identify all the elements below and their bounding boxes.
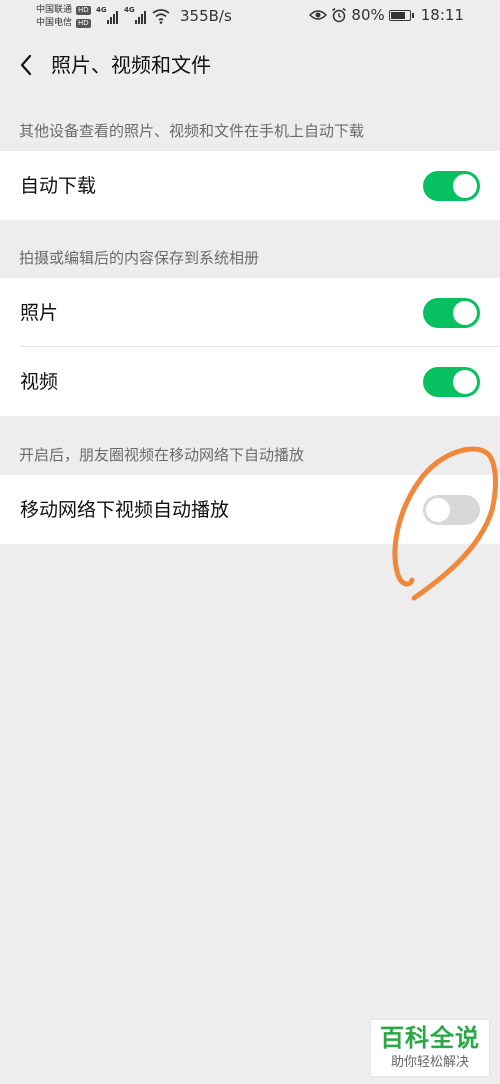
signal-icon: 4G bbox=[96, 6, 118, 24]
hd-badge: HD bbox=[76, 19, 91, 28]
setting-row-photos: 照片 bbox=[0, 278, 500, 347]
signal-indicators: 4G 4G bbox=[96, 6, 170, 24]
watermark-title: 百科全说 bbox=[380, 1024, 480, 1052]
status-bar: 中国联通 HD 中国电信 HD 4G 4G 355B/s 80% 18:11 bbox=[0, 0, 500, 34]
setting-label: 照片 bbox=[20, 302, 59, 324]
battery-icon bbox=[388, 9, 414, 21]
toggle-knob bbox=[426, 498, 450, 522]
section-caption-moments-autoplay: 开启后，朋友圈视频在移动网络下自动播放 bbox=[19, 446, 305, 464]
alarm-icon bbox=[332, 7, 347, 23]
setting-label: 自动下载 bbox=[20, 175, 97, 197]
wifi-icon bbox=[152, 9, 170, 24]
section-caption-auto-download: 其他设备查看的照片、视频和文件在手机上自动下载 bbox=[19, 122, 365, 140]
signal-icon: 4G bbox=[124, 6, 146, 24]
carrier-2-label: 中国电信 bbox=[36, 18, 73, 28]
carrier-1-label: 中国联通 bbox=[36, 5, 73, 15]
mobile-autoplay-toggle[interactable] bbox=[423, 495, 480, 525]
navigation-bar: 照片、视频和文件 bbox=[0, 34, 500, 96]
setting-row-videos: 视频 bbox=[0, 347, 500, 416]
signal-tag: 4G bbox=[96, 6, 107, 14]
eye-icon bbox=[309, 10, 328, 20]
setting-row-auto-download: 自动下载 bbox=[0, 151, 500, 220]
carrier-info: 中国联通 HD 中国电信 HD bbox=[36, 4, 91, 30]
setting-label: 移动网络下视频自动播放 bbox=[20, 499, 230, 521]
page-title: 照片、视频和文件 bbox=[51, 53, 211, 77]
clock-time: 18:11 bbox=[420, 6, 464, 24]
save-videos-toggle[interactable] bbox=[423, 367, 480, 397]
watermark-logo: 百科全说 助你轻松解决 bbox=[370, 1019, 490, 1077]
back-button[interactable] bbox=[12, 50, 40, 80]
setting-label: 视频 bbox=[20, 371, 59, 393]
toggle-knob bbox=[453, 370, 477, 394]
signal-tag: 4G bbox=[124, 6, 135, 14]
settings-group-auto-download: 自动下载 bbox=[0, 151, 500, 220]
settings-group-save-to-album: 照片 视频 bbox=[0, 278, 500, 416]
section-caption-save-to-album: 拍摄或编辑后的内容保存到系统相册 bbox=[19, 249, 260, 267]
toggle-knob bbox=[453, 174, 477, 198]
status-right-group: 80% 18:11 bbox=[309, 6, 464, 24]
hd-badge: HD bbox=[76, 6, 91, 15]
toggle-knob bbox=[453, 301, 477, 325]
setting-row-mobile-autoplay: 移动网络下视频自动播放 bbox=[0, 475, 500, 544]
watermark-subtitle: 助你轻松解决 bbox=[390, 1055, 469, 1070]
battery-percent: 80% bbox=[351, 6, 385, 24]
settings-group-moments-autoplay: 移动网络下视频自动播放 bbox=[0, 475, 500, 544]
network-speed: 355B/s bbox=[180, 7, 232, 25]
save-photos-toggle[interactable] bbox=[423, 298, 480, 328]
auto-download-toggle[interactable] bbox=[423, 171, 480, 201]
chevron-left-icon bbox=[20, 54, 32, 76]
